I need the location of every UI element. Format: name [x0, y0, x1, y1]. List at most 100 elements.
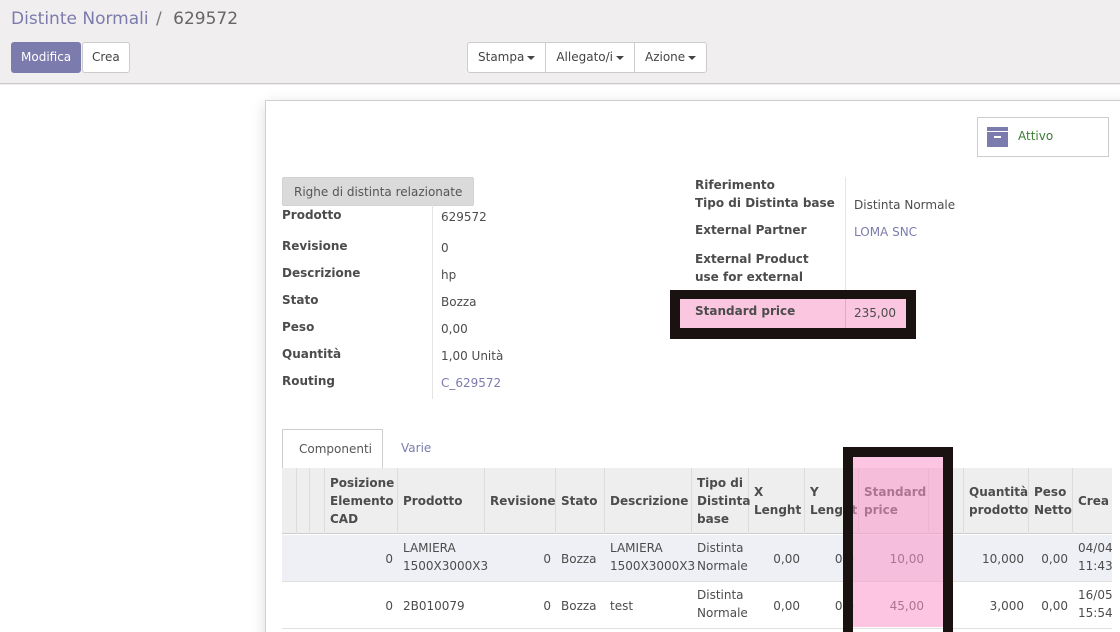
column-header-revisione[interactable]: Revisione: [485, 468, 556, 534]
cell-descrizione-line2: 1500X3000X3: [610, 559, 696, 573]
cell-tipo-line1: Distinta: [697, 541, 744, 555]
form-sheet: Attivo Righe di distinta relazionate Pro…: [265, 100, 1120, 632]
revision-label: Revisione: [282, 239, 348, 253]
cell-revisione: 0: [543, 598, 551, 613]
state-field: Bozza: [441, 295, 477, 309]
description-label: Descrizione: [282, 266, 361, 280]
create-button[interactable]: Crea: [82, 42, 130, 73]
reference-label: Riferimento: [695, 178, 775, 192]
cell-tipo: Distinta Normale: [692, 535, 749, 582]
cell-stato: Bozza: [561, 551, 597, 566]
quantity-label: Quantità: [282, 347, 342, 361]
cell-x-length: 0,00: [773, 598, 800, 613]
breadcrumb-current: 629572: [173, 9, 239, 29]
handle-column: [297, 468, 310, 534]
column-header-prodotto[interactable]: Prodotto: [398, 468, 485, 534]
document-icon: [942, 553, 951, 564]
routing-field: C_629572: [441, 376, 501, 390]
edit-button[interactable]: Modifica: [11, 42, 82, 73]
related-bom-lines-button[interactable]: Righe di distinta relazionate: [282, 177, 475, 206]
cell-crea-line1: 04/04: [1078, 541, 1112, 555]
external-product-label: External Product use for external produc…: [695, 252, 809, 284]
attachments-label: Allegato/i: [556, 50, 613, 64]
state-label: Stato: [282, 293, 319, 307]
field-divider: [845, 299, 846, 328]
cell-descrizione: LAMIERA 1500X3000X3: [605, 535, 696, 582]
table-row[interactable]: 0 2B010079 0 Bozza test Distinta Normale …: [282, 582, 1112, 629]
column-header-y-length[interactable]: Y Lenght: [805, 468, 859, 534]
cell-peso: 0,00: [1041, 598, 1068, 613]
caret-down-icon: [527, 55, 536, 60]
description-field: hp: [441, 268, 457, 282]
drag-handle-column: [282, 468, 297, 534]
table-header: Posizione Elemento CAD Prodotto Revision…: [282, 468, 1112, 534]
routing-link[interactable]: C_629572: [441, 376, 501, 390]
breadcrumb-separator: /: [156, 9, 162, 29]
column-header-tipo[interactable]: Tipo di Distinta base: [692, 468, 750, 534]
cell-tipo-line1: Distinta: [697, 588, 744, 602]
cell-prodotto: LAMIERA 1500X3000X3: [398, 535, 489, 582]
cell-posizione: 0: [385, 551, 393, 566]
breadcrumb-parent-link[interactable]: Distinte Normali: [11, 9, 149, 29]
action-dropdown[interactable]: Azione: [635, 43, 706, 72]
bom-type-field: Distinta Normale: [854, 198, 956, 212]
tab-componenti[interactable]: Componenti: [282, 429, 383, 469]
cell-crea: 16/05 15:54: [1073, 582, 1112, 629]
column-header-quantita[interactable]: Quantità prodotto: [964, 468, 1029, 534]
cell-posizione: 0: [385, 598, 393, 613]
column-header-peso[interactable]: Peso Netto: [1029, 468, 1073, 534]
tab-varie[interactable]: Varie: [385, 429, 447, 469]
cell-tipo: Distinta Normale: [692, 582, 749, 629]
cell-stato: Bozza: [561, 598, 597, 613]
column-header-x-length[interactable]: X Lenght: [749, 468, 805, 534]
control-panel: Distinte Normali / 629572 Modifica Crea …: [0, 0, 1120, 84]
field-divider: [845, 177, 846, 293]
cell-prodotto-line2: 1500X3000X3: [403, 559, 489, 573]
column-header-descrizione[interactable]: Descrizione: [605, 468, 692, 534]
standard-price-field: 235,00: [854, 306, 896, 320]
column-header-standard-price[interactable]: Standard price: [859, 468, 929, 534]
table-row[interactable]: 0 LAMIERA 1500X3000X3 0 Bozza LAMIERA 1500…: [282, 535, 1112, 582]
bom-type-label: Tipo di Distinta base: [695, 196, 835, 210]
quantity-unit: Unità: [471, 349, 504, 363]
cell-y-length: 0,0: [834, 551, 854, 566]
revision-field: 0: [441, 241, 449, 255]
quantity-field: 1,00 Unità: [441, 349, 503, 363]
cell-y-length: 0,0: [834, 598, 854, 613]
cell-standard-price: 10,00: [889, 551, 924, 566]
column-header-stato[interactable]: Stato: [556, 468, 605, 534]
action-label: Azione: [645, 50, 686, 64]
cell-crea-line2: 15:54: [1078, 606, 1112, 620]
external-partner-field: LOMA SNC: [854, 225, 917, 239]
cell-attachment[interactable]: [929, 582, 964, 629]
cell-attachment[interactable]: [929, 535, 964, 582]
print-label: Stampa: [478, 50, 525, 64]
print-dropdown[interactable]: Stampa: [468, 43, 547, 72]
weight-label: Peso: [282, 320, 315, 334]
weight-field: 0,00: [441, 322, 468, 336]
attachments-dropdown[interactable]: Allegato/i: [546, 43, 635, 72]
cell-prodotto-line1: LAMIERA: [403, 541, 456, 555]
archive-icon: [987, 127, 1008, 147]
cell-quantita: 10,000: [982, 551, 1024, 566]
column-header-crea[interactable]: Crea: [1073, 468, 1112, 534]
external-partner-link[interactable]: LOMA SNC: [854, 225, 917, 239]
quantity-value: 1,00: [441, 349, 468, 363]
routing-label: Routing: [282, 374, 336, 388]
sidebar-actions: Stampa Allegato/i Azione: [467, 42, 708, 73]
cell-standard-price: 45,00: [889, 598, 924, 613]
cell-crea: 04/04 11:43: [1073, 535, 1112, 582]
field-divider: [432, 205, 433, 399]
product-label: Prodotto: [282, 208, 342, 222]
document-icon: [942, 600, 951, 611]
cell-peso: 0,00: [1041, 551, 1068, 566]
column-header-posizione[interactable]: Posizione Elemento CAD: [325, 468, 398, 534]
external-partner-label: External Partner: [695, 223, 807, 237]
standard-price-label: Standard price: [695, 304, 796, 318]
caret-down-icon: [688, 55, 697, 60]
cell-descrizione-line1: LAMIERA: [610, 541, 663, 555]
cell-x-length: 0,00: [773, 551, 800, 566]
active-toggle-button[interactable]: Attivo: [977, 117, 1109, 157]
active-label: Attivo: [1018, 129, 1054, 143]
breadcrumb: Distinte Normali / 629572: [11, 9, 238, 29]
